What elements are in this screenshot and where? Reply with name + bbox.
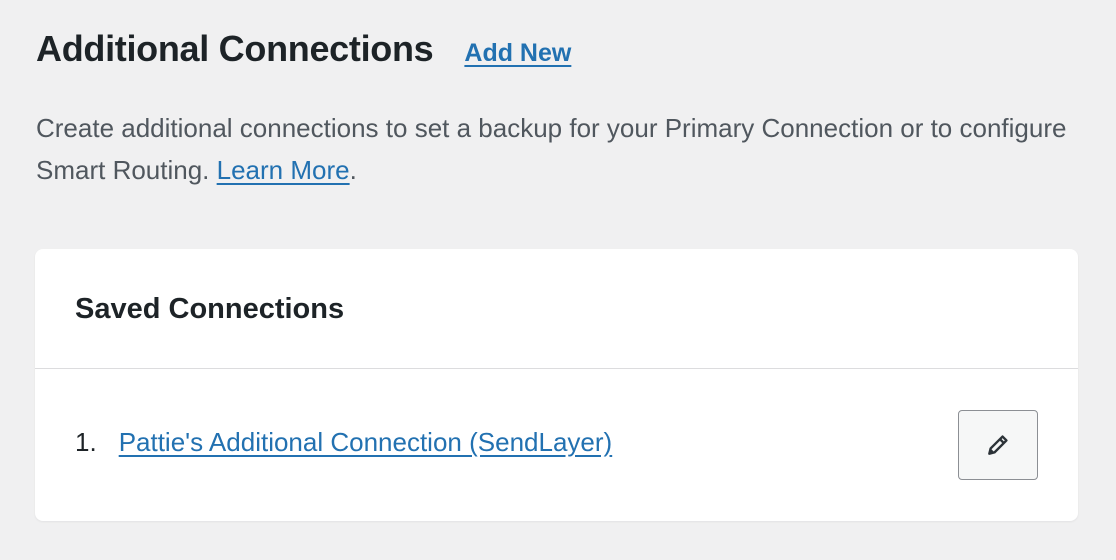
connection-link[interactable]: Pattie's Additional Connection (SendLaye… bbox=[119, 427, 613, 458]
edit-connection-button[interactable] bbox=[958, 410, 1038, 480]
card-title: Saved Connections bbox=[75, 293, 345, 325]
description-trailing: . bbox=[349, 155, 357, 185]
learn-more-link[interactable]: Learn More bbox=[217, 155, 350, 185]
add-new-link[interactable]: Add New bbox=[464, 39, 571, 68]
card-header: Saved Connections bbox=[35, 249, 1078, 369]
saved-connections-card: Saved Connections 1. Pattie's Additional… bbox=[35, 249, 1078, 521]
pencil-icon bbox=[985, 432, 1011, 458]
list-item: 1. Pattie's Additional Connection (SendL… bbox=[75, 427, 612, 458]
description: Create additional connections to set a b… bbox=[36, 107, 1096, 191]
page-header: Additional Connections Add New bbox=[36, 28, 571, 70]
description-text: Create additional connections to set a b… bbox=[36, 113, 1067, 185]
card-body: 1. Pattie's Additional Connection (SendL… bbox=[35, 369, 1078, 521]
list-item-index: 1. bbox=[75, 427, 97, 457]
page-title: Additional Connections bbox=[36, 28, 434, 69]
